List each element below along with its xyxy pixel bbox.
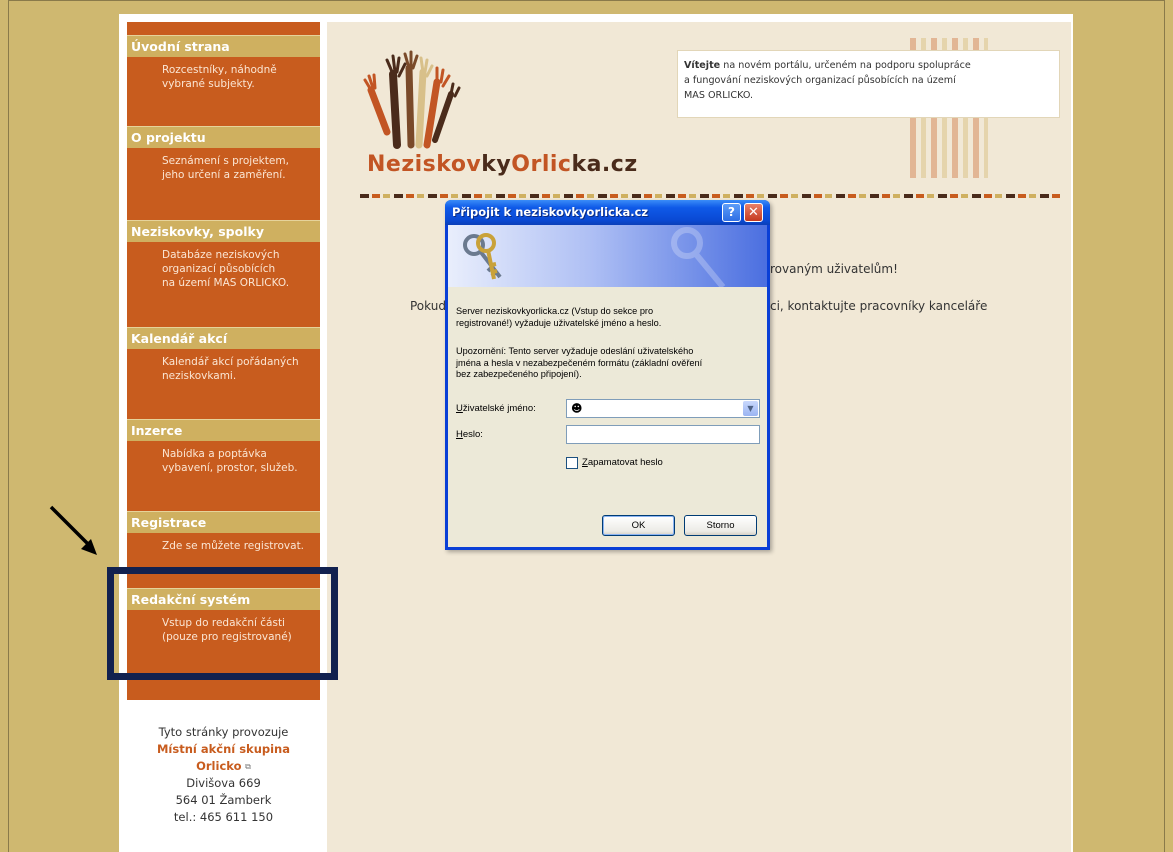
sidebar-item-registrace[interactable]: Registrace Zde se můžete registrovat. bbox=[127, 511, 320, 553]
sidebar-heading[interactable]: O projektu bbox=[127, 126, 320, 148]
cancel-button[interactable]: Storno bbox=[684, 515, 757, 536]
dialog-title: Připojit k neziskovkyorlicka.cz bbox=[452, 205, 649, 219]
dialog-banner bbox=[448, 225, 767, 287]
external-link-icon: ⧉ bbox=[245, 762, 251, 771]
keys-watermark-icon bbox=[671, 227, 726, 287]
header-divider bbox=[360, 194, 1062, 198]
chevron-down-icon[interactable]: ▼ bbox=[743, 401, 758, 416]
sidebar-heading[interactable]: Kalendář akcí bbox=[127, 327, 320, 349]
remember-password-label[interactable]: Zapamatovat heslo bbox=[582, 457, 663, 468]
dialog-message: Server neziskovkyorlicka.cz (Vstup do se… bbox=[456, 306, 662, 328]
browser-page: Úvodní strana Rozcestníky, náhodně vybra… bbox=[0, 0, 1173, 852]
sidebar-description: Seznámení s projektem, jeho určení a zam… bbox=[162, 155, 289, 181]
login-dialog[interactable]: Připojit k neziskovkyorlicka.cz ? ✕ Serv… bbox=[445, 200, 770, 550]
main-message-line1: rovaným uživatelům! bbox=[770, 262, 898, 276]
logo-hands-icon[interactable] bbox=[357, 50, 467, 150]
sidebar-heading[interactable]: Registrace bbox=[127, 511, 320, 533]
remember-password-checkbox[interactable] bbox=[566, 457, 578, 469]
sidebar-description: Zde se můžete registrovat. bbox=[162, 540, 305, 552]
main-message-line2-start: Pokud bbox=[410, 299, 446, 313]
page-frame-left bbox=[8, 0, 9, 852]
operator-info: Tyto stránky provozuje Místní akční skup… bbox=[127, 724, 320, 826]
annotation-arrow-icon bbox=[49, 505, 97, 555]
welcome-box: Vítejte na novém portálu, určeném na pod… bbox=[677, 50, 1060, 118]
username-label: Uživatelské jméno: bbox=[456, 403, 536, 414]
sidebar-item-o-projektu[interactable]: O projektu Seznámení s projektem, jeho u… bbox=[127, 126, 320, 182]
sidebar-item-neziskovky[interactable]: Neziskovky, spolky Databáze neziskových … bbox=[127, 220, 320, 290]
ok-button[interactable]: OK bbox=[602, 515, 675, 536]
sidebar-description: Rozcestníky, náhodně vybrané subjekty. bbox=[162, 64, 277, 90]
dialog-body: Server neziskovkyorlicka.cz (Vstup do se… bbox=[448, 225, 767, 547]
page-frame-right bbox=[1164, 0, 1165, 852]
sidebar-item-uvodni-strana[interactable]: Úvodní strana Rozcestníky, náhodně vybra… bbox=[127, 35, 320, 91]
sidebar-description: Kalendář akcí pořádaných neziskovkami. bbox=[162, 356, 299, 382]
sidebar-item-inzerce[interactable]: Inzerce Nabídka a poptávka vybavení, pro… bbox=[127, 419, 320, 475]
username-combobox[interactable]: ☻ ▼ bbox=[566, 399, 760, 418]
user-icon: ☻ bbox=[571, 402, 583, 415]
sidebar-heading[interactable]: Neziskovky, spolky bbox=[127, 220, 320, 242]
logo-text[interactable]: NeziskovkyOrlicka.cz bbox=[367, 152, 638, 177]
sidebar-heading[interactable]: Úvodní strana bbox=[127, 35, 320, 57]
dialog-titlebar[interactable]: Připojit k neziskovkyorlicka.cz ? ✕ bbox=[445, 200, 770, 225]
close-button[interactable]: ✕ bbox=[744, 203, 763, 222]
dialog-warning: Upozornění: Tento server vyžaduje odeslá… bbox=[456, 346, 703, 379]
sidebar-description: Databáze neziskových organizací působící… bbox=[162, 249, 290, 289]
keys-icon bbox=[463, 233, 502, 280]
sidebar-description: Nabídka a poptávka vybavení, prostor, sl… bbox=[162, 448, 298, 474]
page-frame-top bbox=[8, 0, 1165, 1]
sidebar-heading[interactable]: Inzerce bbox=[127, 419, 320, 441]
operator-link[interactable]: Místní akční skupina bbox=[127, 741, 320, 758]
password-label: Heslo: bbox=[456, 429, 483, 440]
main-message-line2-end: ci, kontaktujte pracovníky kanceláře bbox=[770, 299, 988, 313]
password-input[interactable] bbox=[566, 425, 760, 444]
highlight-annotation-box bbox=[107, 567, 338, 680]
operator-link-2[interactable]: Orlicko bbox=[196, 759, 241, 773]
help-button[interactable]: ? bbox=[722, 203, 741, 222]
sidebar-item-kalendar[interactable]: Kalendář akcí Kalendář akcí pořádaných n… bbox=[127, 327, 320, 383]
